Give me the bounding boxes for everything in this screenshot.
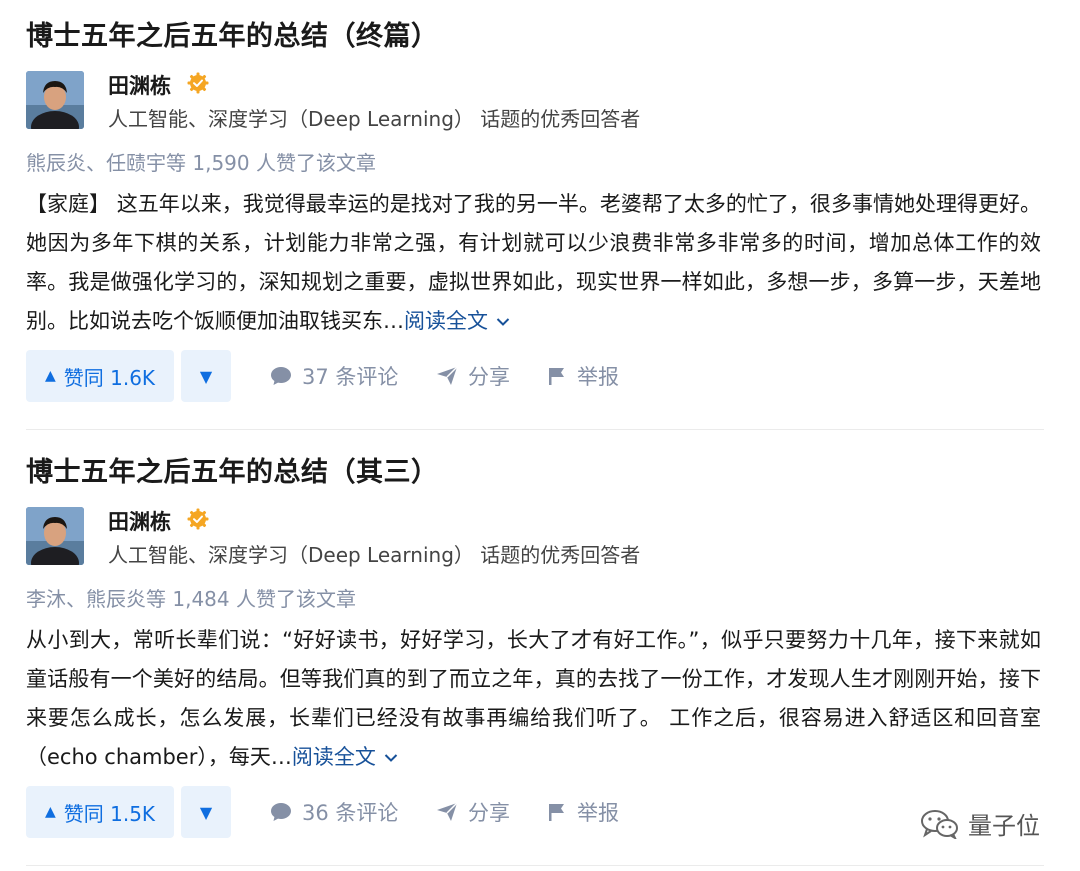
voters-summary[interactable]: 李沐、熊辰炎等 1,484 人赞了该文章 (26, 583, 356, 612)
comment-bubble-icon (271, 367, 291, 385)
upvote-label: 赞同 1.5K (63, 801, 156, 826)
downvote-button[interactable]: ▼ (181, 350, 231, 402)
flag-icon (549, 368, 564, 385)
avatar[interactable] (26, 507, 84, 565)
share-label: 分享 (468, 801, 510, 825)
paper-plane-icon (437, 366, 458, 385)
divider (26, 865, 1044, 866)
wechat-logo-icon (921, 809, 958, 839)
action-bar: ▲ 赞同 1.5K ▼ 36 条评论 分享 举报 (26, 786, 1044, 840)
comment-bubble-icon (271, 803, 291, 821)
report-button[interactable]: 举报 (547, 350, 619, 402)
upvote-button[interactable]: ▲ 赞同 1.5K (26, 786, 174, 838)
article-title[interactable]: 博士五年之后五年的总结（其三） (26, 450, 439, 489)
triangle-up-icon: ▲ (44, 804, 56, 820)
comment-count: 36 条评论 (302, 801, 399, 825)
read-more-link[interactable]: 阅读全文 (404, 309, 510, 333)
excerpt-text: 【家庭】 这五年以来，我觉得最幸运的是找对了我的另一半。老婆帮了太多的忙了，很多… (26, 192, 1041, 333)
author-headline: 人工智能、深度学习（Deep Learning） 话题的优秀回答者 (108, 543, 641, 567)
excerpt-text: 从小到大，常听长辈们说：“好好读书，好好学习，长大了才有好工作。”，似乎只要努力… (26, 628, 1041, 769)
paper-plane-icon (437, 802, 458, 821)
article-title[interactable]: 博士五年之后五年的总结（终篇） (26, 14, 439, 53)
watermark-text: 量子位 (968, 812, 1040, 840)
divider (26, 429, 1044, 430)
voters-summary[interactable]: 熊辰炎、任赜宇等 1,590 人赞了该文章 (26, 147, 376, 176)
author-name[interactable]: 田渊栋 (108, 70, 171, 100)
article-excerpt[interactable]: 【家庭】 这五年以来，我觉得最幸运的是找对了我的另一半。老婆帮了太多的忙了，很多… (26, 185, 1041, 342)
report-label: 举报 (577, 801, 619, 825)
share-button[interactable]: 分享 (436, 786, 510, 838)
read-more-link[interactable]: 阅读全文 (292, 745, 398, 769)
flag-icon (549, 804, 564, 821)
report-button[interactable]: 举报 (547, 786, 619, 838)
article-excerpt[interactable]: 从小到大，常听长辈们说：“好好读书，好好学习，长大了才有好工作。”，似乎只要努力… (26, 621, 1041, 778)
share-label: 分享 (468, 365, 510, 389)
author-name[interactable]: 田渊栋 (108, 506, 171, 536)
action-bar: ▲ 赞同 1.6K ▼ 37 条评论 分享 举报 (26, 350, 1044, 404)
chevron-down-icon (496, 302, 510, 341)
triangle-down-icon: ▼ (199, 802, 213, 822)
report-label: 举报 (577, 365, 619, 389)
comment-count: 37 条评论 (302, 365, 399, 389)
watermark: 量子位 (920, 806, 1040, 841)
author-headline: 人工智能、深度学习（Deep Learning） 话题的优秀回答者 (108, 107, 641, 131)
chevron-down-icon (384, 738, 398, 777)
triangle-down-icon: ▼ (199, 366, 213, 386)
read-more-label: 阅读全文 (404, 309, 488, 333)
share-button[interactable]: 分享 (436, 350, 510, 402)
upvote-button[interactable]: ▲ 赞同 1.6K (26, 350, 174, 402)
read-more-label: 阅读全文 (291, 745, 376, 769)
orange-gear-badge-icon (187, 72, 209, 94)
comment-button[interactable]: 36 条评论 (270, 786, 398, 838)
upvote-label: 赞同 1.6K (63, 365, 156, 390)
orange-gear-badge-icon (187, 508, 209, 530)
comment-button[interactable]: 37 条评论 (270, 350, 398, 402)
avatar[interactable] (26, 71, 84, 129)
downvote-button[interactable]: ▼ (181, 786, 231, 838)
triangle-up-icon: ▲ (44, 368, 56, 384)
